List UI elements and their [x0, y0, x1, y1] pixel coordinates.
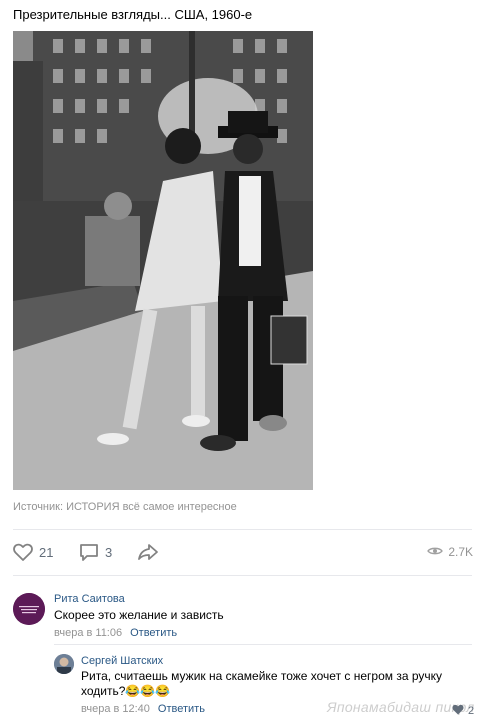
post-photo[interactable] [13, 31, 313, 490]
views-counter: 2.7K [427, 544, 473, 560]
photo-image [13, 31, 313, 490]
like-button[interactable]: 21 [13, 542, 53, 562]
avatar[interactable] [54, 654, 74, 674]
avatar-image [13, 593, 45, 625]
eye-icon [427, 545, 444, 559]
comment-meta: вчера в 12:40 Ответить [81, 703, 205, 715]
divider [13, 529, 472, 530]
comment-count: 3 [105, 544, 113, 560]
comment-icon [79, 543, 99, 562]
comment-like-button[interactable]: 2 [452, 704, 474, 718]
comment-button[interactable]: 3 [79, 542, 112, 562]
reply-button[interactable]: Ответить [158, 703, 205, 715]
comment-like-count: 2 [468, 705, 475, 717]
share-button[interactable] [137, 542, 159, 562]
heart-icon [13, 543, 33, 561]
divider [13, 575, 472, 576]
comment-author[interactable]: Рита Саитова [54, 593, 125, 605]
comment-text-line-2: ходить?😂😂😂 [81, 684, 171, 698]
views-count: 2.7K [448, 545, 473, 559]
reply-button[interactable]: Ответить [130, 627, 177, 639]
comment-text: Скорее это желание и зависть [54, 608, 224, 622]
comment-time[interactable]: вчера в 11:06 [54, 627, 122, 639]
post-actions: 21 3 2.7K [13, 542, 473, 562]
share-arrow-icon [137, 543, 159, 561]
comment: Рита Саитова Скорее это желание и завист… [0, 585, 496, 645]
post-source[interactable]: Источник: ИСТОРИЯ всё самое интересное [13, 501, 237, 513]
avatar-image [54, 654, 74, 674]
comment-time[interactable]: вчера в 12:40 [81, 703, 150, 715]
avatar[interactable] [13, 593, 45, 625]
comment-author[interactable]: Сергей Шатских [81, 655, 163, 667]
divider [54, 644, 472, 645]
heart-icon [452, 704, 464, 718]
like-count: 21 [39, 544, 54, 560]
post-text: Презрительные взгляды... США, 1960-е [13, 7, 253, 22]
comment-text-line-1: Рита, считаешь мужик на скамейке тоже хо… [81, 669, 443, 683]
comment-meta: вчера в 11:06 Ответить [54, 627, 177, 639]
